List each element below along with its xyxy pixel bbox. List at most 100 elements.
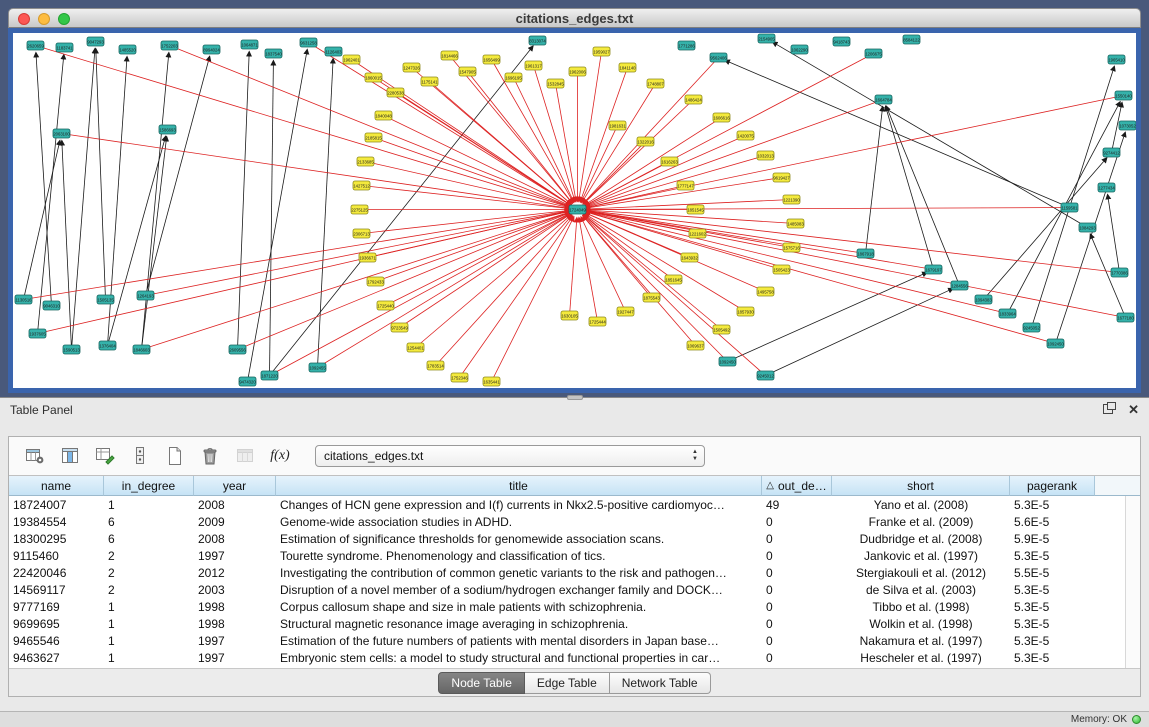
graph-node[interactable]: 1532845 [547,79,564,88]
column-header-short[interactable]: short [832,476,1010,496]
graph-node[interactable]: 1130516 [15,295,32,304]
close-window-button[interactable] [18,13,30,25]
graph-node[interactable]: 1777147 [677,181,694,190]
column-header-title[interactable]: title [276,476,762,496]
graph-node[interactable]: 1783514 [427,361,444,370]
graph-node[interactable]: 1420075 [737,131,754,140]
table-row[interactable]: 1938455462009Genome-wide association stu… [9,513,1125,530]
graph-node-hub[interactable]: 1724049 [569,205,586,214]
graph-node[interactable]: 1656499 [483,55,500,64]
graph-node[interactable]: 2609556 [229,345,246,354]
graph-node[interactable]: 1084293 [1079,223,1096,232]
graph-node[interactable]: 1814466 [441,51,458,60]
table-row[interactable]: 946362711997Embryonic stem cells: a mode… [9,649,1125,666]
graph-node[interactable]: 1376404 [99,341,116,350]
table-selector-combobox[interactable]: citations_edges.txt ▲▼ [315,445,705,467]
graph-node[interactable]: 1630105 [561,311,578,320]
graph-node[interactable]: 1427512 [353,181,370,190]
graph-node[interactable]: 1606616 [713,113,730,122]
column-header-out_degree[interactable]: △out_de… [762,476,832,496]
column-header-in_degree[interactable]: in_degree [104,476,194,496]
graph-node[interactable]: 1550140 [1115,91,1132,100]
tab-network-table[interactable]: Network Table [610,672,711,694]
graph-node[interactable]: 1064871 [241,40,258,49]
table-row[interactable]: 946554611997Estimation of the future num… [9,632,1125,649]
graph-node[interactable]: 1752346 [451,373,468,382]
graph-node[interactable]: 1590513 [63,345,80,354]
graph-node[interactable]: 1635441 [483,377,500,386]
graph-node[interactable]: 1254401 [407,343,424,352]
graph-node[interactable]: 1867918 [857,249,874,258]
graph-node[interactable]: 1062290 [791,45,808,54]
table-row[interactable]: 911546021997Tourette syndrome. Phenomeno… [9,547,1125,564]
zoom-window-button[interactable] [58,13,70,25]
table-row[interactable]: 2242004622012Investigating the contribut… [9,564,1125,581]
graph-node[interactable]: 9245052 [1023,323,1040,332]
graph-node[interactable]: 9418743 [833,37,850,46]
graph-node[interactable]: 1677180 [1117,313,1134,322]
graph-node[interactable]: 2275125 [351,205,368,214]
graph-node[interactable]: 2280538 [387,88,404,97]
table-row[interactable]: 1456911722003Disruption of a novel membe… [9,581,1125,598]
graph-node[interactable]: 1485520 [119,45,136,54]
graph-node[interactable]: 1277434 [1098,183,1115,192]
graph-node[interactable]: 1748807 [647,79,664,88]
graph-node[interactable]: 1857930 [737,307,754,316]
graph-node[interactable]: 1770386 [1111,268,1128,277]
table-row[interactable]: 1830029562008Estimation of significance … [9,530,1125,547]
graph-node[interactable]: 1126403 [325,47,342,56]
graph-node[interactable]: 2620659 [27,41,44,50]
graph-node[interactable]: 1073052 [1119,121,1136,130]
graph-node[interactable]: 1505492 [713,325,730,334]
graph-node[interactable]: 1264193 [137,291,154,300]
close-panel-icon[interactable]: ✕ [1128,403,1139,417]
graph-node[interactable]: 9047293 [87,37,104,46]
tab-edge-table[interactable]: Edge Table [525,672,610,694]
new-table-icon[interactable] [161,443,189,469]
table-settings-icon[interactable] [21,443,49,469]
graph-node[interactable]: 1247326 [403,63,420,72]
column-header-name[interactable]: name [9,476,104,496]
network-view[interactable]: 2620659118374190472931485520175220389940… [8,28,1141,393]
graph-node[interactable]: 1616263 [661,157,678,166]
graph-node[interactable]: 9245012 [757,371,774,380]
float-panel-icon[interactable] [1103,402,1116,417]
graph-node[interactable]: 1092450 [719,357,736,366]
graph-node[interactable]: 9619427 [773,173,790,182]
graph-node[interactable]: 1175141 [421,77,438,86]
graph-node[interactable]: 1961317 [525,61,542,70]
graph-node[interactable]: 2185815 [365,133,382,142]
graph-node[interactable]: 8313074 [529,36,546,45]
graph-node[interactable]: 1322016 [637,137,654,146]
graph-node[interactable]: 1962006 [569,67,586,76]
graph-node[interactable]: 1936671 [359,253,376,262]
graph-node[interactable]: 1875543 [643,293,660,302]
tab-node-table[interactable]: Node Table [438,672,525,694]
graph-node[interactable]: 1221390 [783,195,800,204]
graph-node[interactable]: 1547905 [459,67,476,76]
graph-node[interactable]: 1841140 [619,63,636,72]
graph-node[interactable]: 9046310 [43,301,60,310]
graph-node[interactable]: 1752203 [161,41,178,50]
graph-node[interactable]: 9474320 [239,377,256,386]
delete-table-icon[interactable] [196,443,224,469]
graph-node[interactable]: 1725444 [589,317,606,326]
graph-node[interactable]: 1833964 [999,309,1016,318]
graph-node[interactable]: 1221602 [689,229,706,238]
graph-node[interactable]: 1962401 [343,55,360,64]
table-row[interactable]: 977716911998Corpus callosum shape and si… [9,598,1125,615]
graph-node[interactable]: 1575716 [783,243,800,252]
graph-node[interactable]: 1871220 [261,371,278,380]
graph-node[interactable]: 1696195 [505,73,522,82]
graph-node[interactable]: 1771286 [678,41,695,50]
graph-node[interactable]: 9562406 [710,53,727,62]
graph-node[interactable]: 1069637 [687,341,704,350]
graph-node[interactable]: 1284556 [951,281,968,290]
citation-network-graph[interactable]: 2620659118374190472931485520175220389940… [13,33,1136,388]
graph-node[interactable]: 1159581 [1061,203,1078,212]
graph-node[interactable]: 1851645 [665,275,682,284]
edit-table-icon[interactable] [91,443,119,469]
graph-node[interactable]: 9631258 [300,38,317,47]
graph-node[interactable]: 1092450 [1047,339,1064,348]
graph-node[interactable]: 1927447 [617,307,634,316]
